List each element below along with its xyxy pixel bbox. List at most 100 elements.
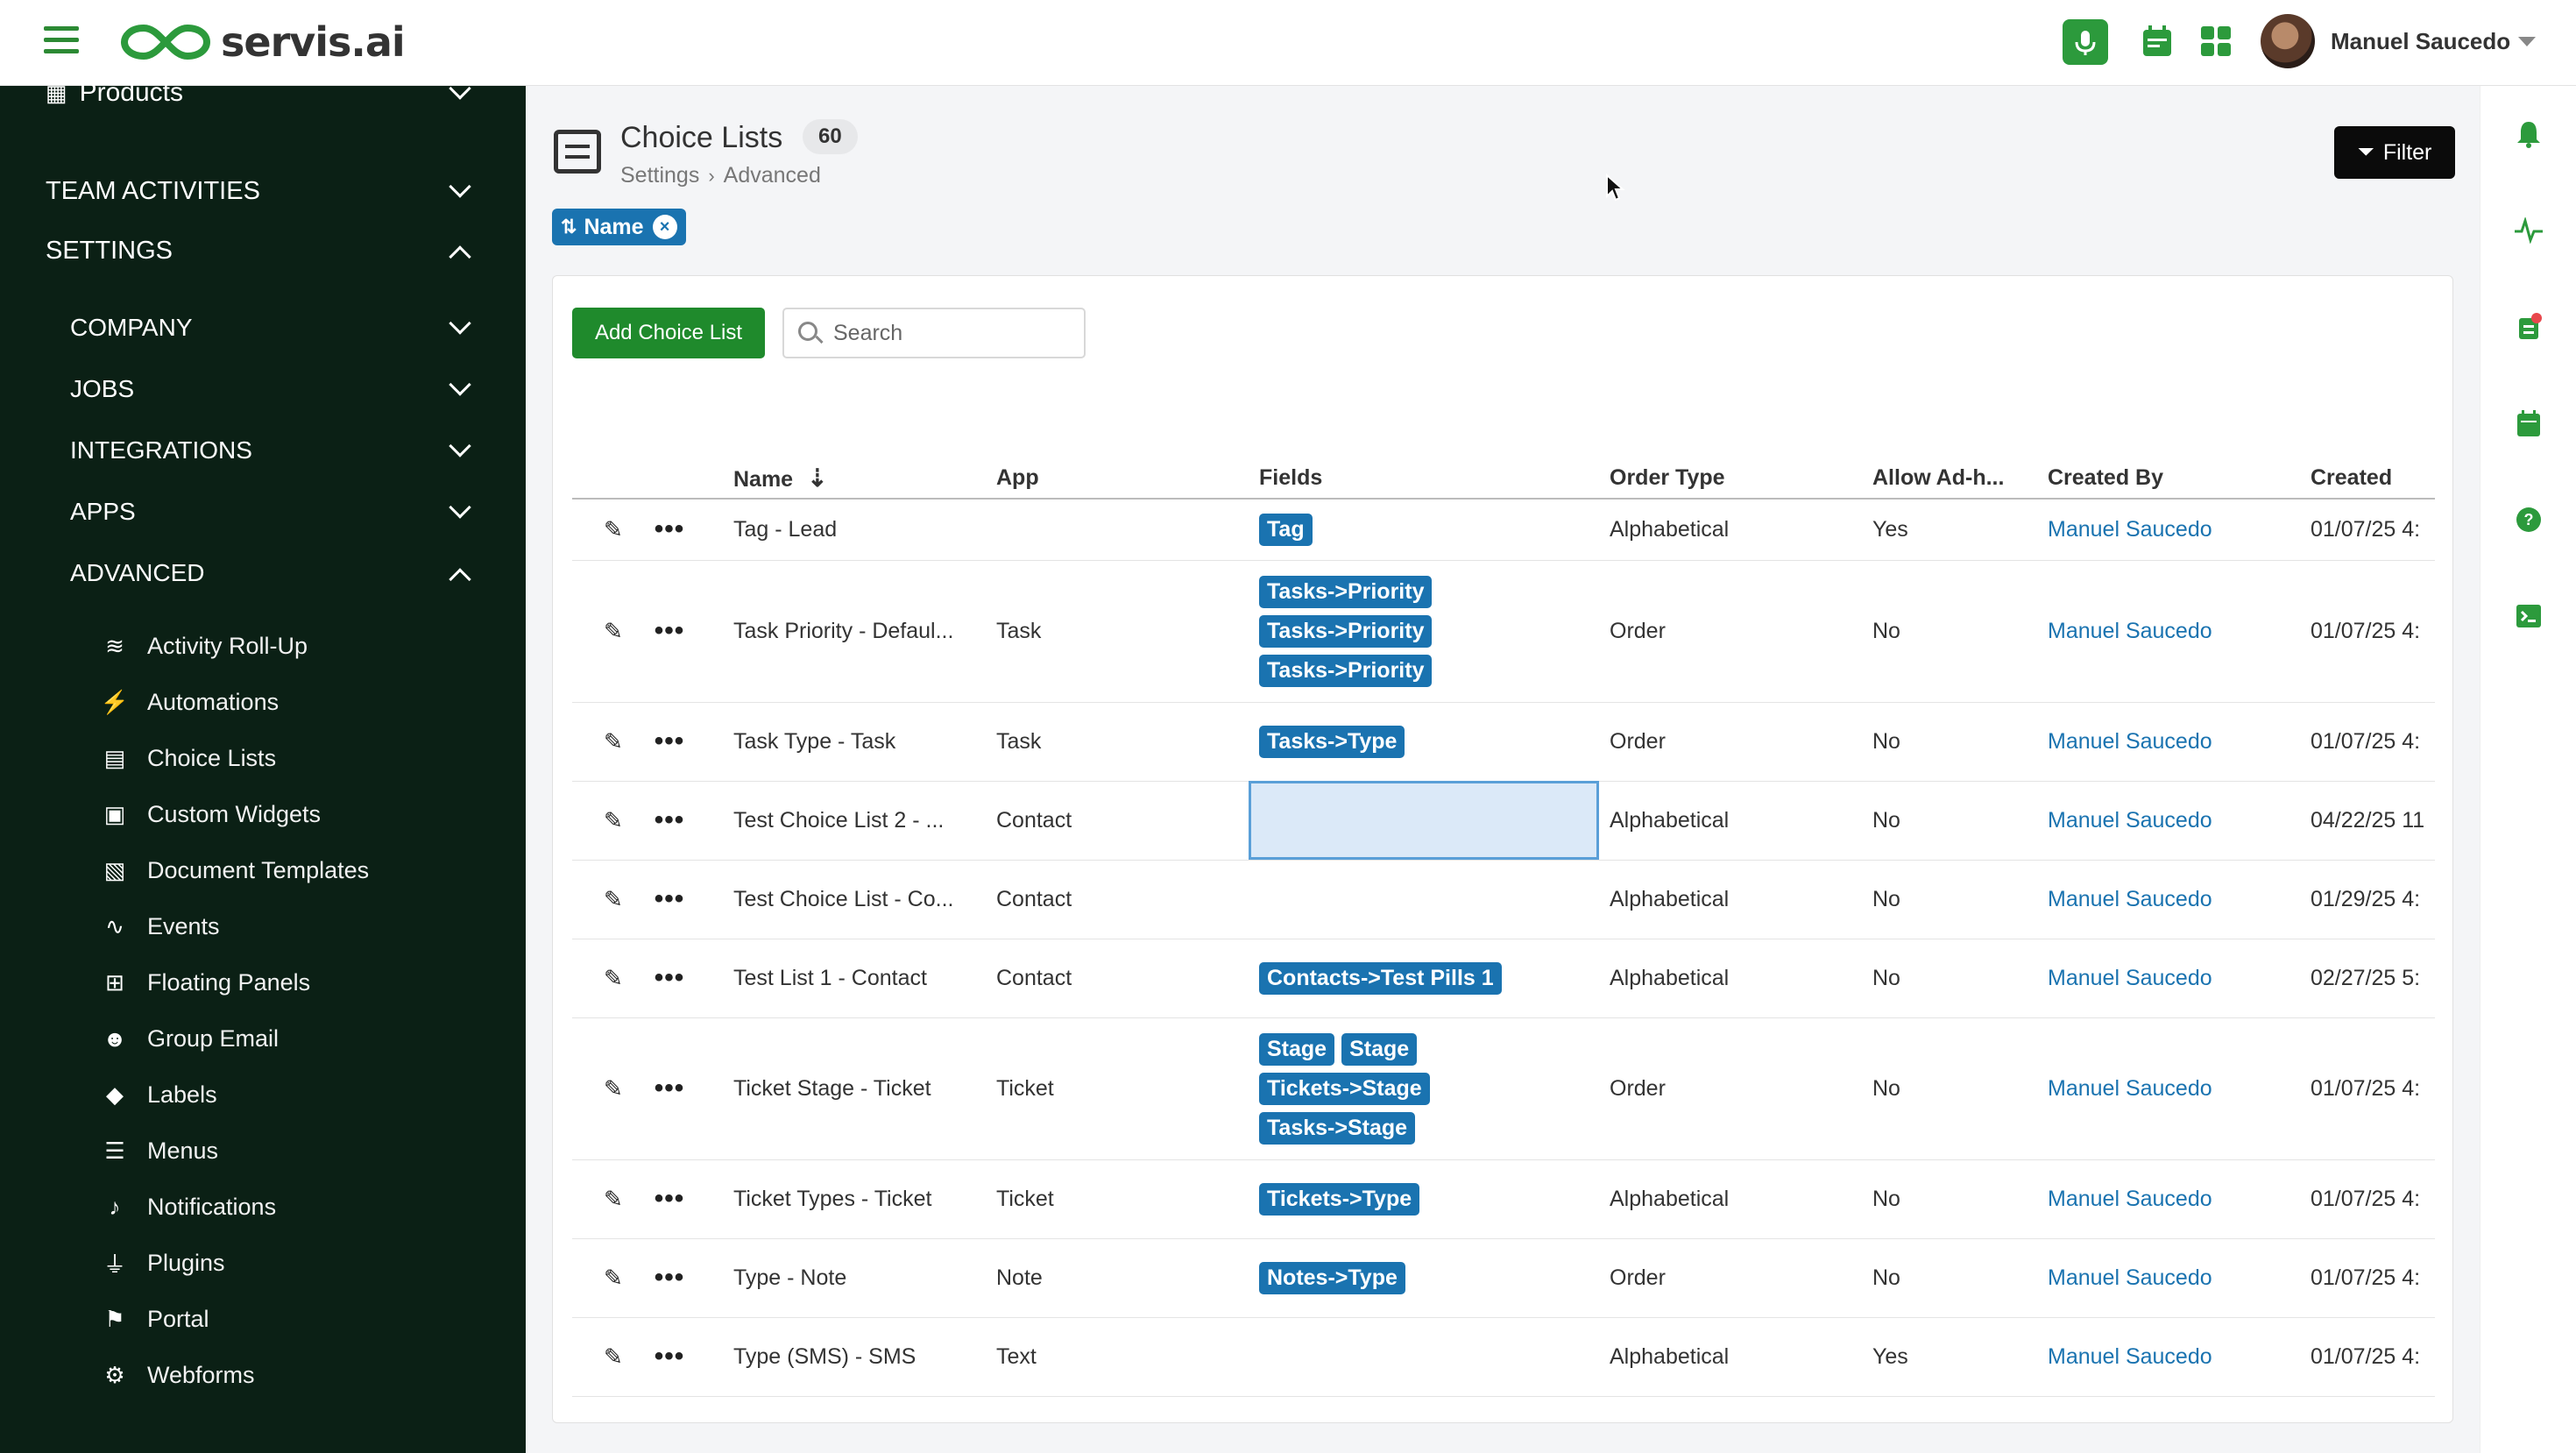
- breadcrumb-advanced[interactable]: Advanced: [724, 163, 821, 188]
- edit-pencil-icon[interactable]: ✎: [604, 516, 623, 543]
- table-row[interactable]: ✎ ••• Type - Note Note Notes->Type Order No Man…: [572, 1238, 2435, 1318]
- more-options-icon[interactable]: •••: [655, 1074, 685, 1103]
- sidebar-item-advanced[interactable]: ADVANCED: [0, 556, 526, 591]
- sidebar-item-floating-panels[interactable]: ⊞ Floating Panels: [102, 969, 310, 996]
- sidebar-item-notifications[interactable]: ♪ Notifications: [102, 1194, 277, 1221]
- edit-pencil-icon[interactable]: ✎: [604, 886, 623, 913]
- search-input[interactable]: [782, 308, 1086, 358]
- terminal-icon[interactable]: [2514, 601, 2544, 631]
- activity-icon[interactable]: [2514, 216, 2544, 245]
- sidebar-item-company[interactable]: COMPANY: [0, 310, 526, 345]
- edit-pencil-icon[interactable]: ✎: [604, 965, 623, 992]
- cell-created-by[interactable]: Manuel Saucedo: [2037, 499, 2300, 561]
- more-options-icon[interactable]: •••: [655, 1342, 685, 1371]
- cell-created-by[interactable]: Manuel Saucedo: [2037, 939, 2300, 1018]
- cell-created-by[interactable]: Manuel Saucedo: [2037, 1238, 2300, 1318]
- cell-created-by[interactable]: Manuel Saucedo: [2037, 1159, 2300, 1239]
- column-header-app[interactable]: App: [986, 458, 1249, 500]
- edit-pencil-icon[interactable]: ✎: [604, 1186, 623, 1213]
- more-options-icon[interactable]: •••: [655, 805, 685, 835]
- table-row[interactable]: ✎ ••• Task Priority - Defaul... Task Tasks->…: [572, 560, 2435, 703]
- more-options-icon[interactable]: •••: [655, 1263, 685, 1293]
- app-logo[interactable]: servis.ai: [121, 16, 406, 68]
- table-row[interactable]: ✎ ••• Type (SMS) - SMS Text Alphabetical Yes M…: [572, 1317, 2435, 1397]
- field-tag[interactable]: Tag: [1259, 513, 1313, 546]
- edit-pencil-icon[interactable]: ✎: [604, 1343, 623, 1371]
- help-icon[interactable]: ?: [2514, 505, 2544, 535]
- sidebar-item-choice-lists[interactable]: ▤ Choice Lists: [102, 745, 276, 772]
- field-tag[interactable]: Tasks->Priority: [1259, 614, 1433, 648]
- apps-grid-icon[interactable]: [2201, 26, 2231, 56]
- cell-created-by[interactable]: Manuel Saucedo: [2037, 560, 2300, 703]
- field-tag[interactable]: Tasks->Priority: [1259, 575, 1433, 608]
- checklist-icon[interactable]: [2514, 312, 2544, 342]
- column-header-order-type[interactable]: Order Type: [1599, 458, 1862, 500]
- bell-icon[interactable]: [2514, 119, 2544, 149]
- user-name[interactable]: Manuel Saucedo: [2331, 28, 2510, 55]
- sidebar-item-automations[interactable]: ⚡ Automations: [101, 689, 279, 716]
- sidebar-item-team-activities[interactable]: TEAM ACTIVITIES: [0, 174, 526, 209]
- edit-pencil-icon[interactable]: ✎: [604, 728, 623, 755]
- avatar[interactable]: [2261, 14, 2315, 68]
- sidebar-item-jobs[interactable]: JOBS: [0, 372, 526, 407]
- more-options-icon[interactable]: •••: [655, 726, 685, 756]
- edit-pencil-icon[interactable]: ✎: [604, 807, 623, 834]
- column-header-created-by[interactable]: Created By: [2037, 458, 2300, 500]
- calendar-icon[interactable]: [2141, 25, 2173, 58]
- sidebar-item-integrations[interactable]: INTEGRATIONS: [0, 433, 526, 468]
- cell-created-by[interactable]: Manuel Saucedo: [2037, 781, 2300, 861]
- field-tag[interactable]: Tasks->Type: [1259, 725, 1405, 758]
- more-options-icon[interactable]: •••: [655, 616, 685, 646]
- column-header-created[interactable]: Created: [2300, 458, 2435, 500]
- column-header-name[interactable]: Name ⇣: [723, 458, 986, 500]
- sidebar-item-portal[interactable]: ⚑ Portal: [102, 1306, 209, 1333]
- filter-button[interactable]: ⏷ Filter: [2334, 126, 2455, 179]
- field-tag[interactable]: Stage: [1341, 1032, 1418, 1066]
- sidebar-item-events[interactable]: ∿ Events: [102, 913, 219, 940]
- sidebar-item-document-templates[interactable]: ▧ Document Templates: [102, 857, 369, 884]
- sidebar-item-activity-roll-up[interactable]: ≋ Activity Roll-Up: [102, 633, 308, 660]
- hamburger-menu-icon[interactable]: [44, 26, 79, 54]
- table-row[interactable]: ✎ ••• Test List 1 - Contact Contact Contacts…: [572, 939, 2435, 1018]
- sort-descending-icon[interactable]: ⇣: [807, 464, 827, 492]
- more-options-icon[interactable]: •••: [655, 514, 685, 544]
- sidebar-item-products[interactable]: ▦ Products: [0, 77, 526, 107]
- table-row[interactable]: ✎ ••• Test Choice List - Co... Contact Alpha…: [572, 860, 2435, 939]
- close-icon[interactable]: ×: [652, 215, 677, 239]
- cell-created-by[interactable]: Manuel Saucedo: [2037, 860, 2300, 939]
- microphone-button[interactable]: [2063, 19, 2108, 65]
- sidebar-item-labels[interactable]: ◆ Labels: [102, 1081, 217, 1109]
- table-row[interactable]: ✎ ••• Tag - Lead Tag Alphabetical Yes Manuel S…: [572, 499, 2435, 561]
- more-options-icon[interactable]: •••: [655, 963, 685, 993]
- sidebar-item-webforms[interactable]: ⚙ Webforms: [102, 1362, 254, 1389]
- table-row[interactable]: ✎ ••• Test Choice List 2 - ... Contact Alpha…: [572, 781, 2435, 861]
- cell-created-by[interactable]: Manuel Saucedo: [2037, 702, 2300, 782]
- field-tag[interactable]: Tasks->Priority: [1259, 654, 1433, 687]
- sidebar-item-settings[interactable]: SETTINGS: [0, 233, 526, 268]
- cell-created-by[interactable]: Manuel Saucedo: [2037, 1017, 2300, 1160]
- column-header-fields[interactable]: Fields: [1249, 458, 1599, 500]
- sidebar-item-custom-widgets[interactable]: ▣ Custom Widgets: [102, 801, 321, 828]
- more-options-icon[interactable]: •••: [655, 884, 685, 914]
- add-choice-list-button[interactable]: Add Choice List: [572, 308, 765, 358]
- sidebar-item-apps[interactable]: APPS: [0, 494, 526, 529]
- table-row[interactable]: ✎ ••• Ticket Types - Ticket Ticket Tickets->…: [572, 1159, 2435, 1239]
- sort-pill[interactable]: ⇅ Name ×: [552, 209, 686, 245]
- field-tag[interactable]: Stage: [1259, 1032, 1335, 1066]
- table-row[interactable]: ✎ ••• Ticket Stage - Ticket Ticket Stage Stag…: [572, 1017, 2435, 1160]
- more-options-icon[interactable]: •••: [655, 1184, 685, 1214]
- edit-pencil-icon[interactable]: ✎: [604, 1265, 623, 1292]
- breadcrumb-settings[interactable]: Settings: [620, 163, 699, 188]
- sidebar-item-plugins[interactable]: ⏚ Plugins: [102, 1250, 225, 1278]
- field-tag[interactable]: Notes->Type: [1259, 1261, 1405, 1294]
- column-header-allow-adhoc[interactable]: Allow Ad-h...: [1862, 458, 2037, 500]
- calendar-icon[interactable]: [2514, 408, 2544, 438]
- table-row[interactable]: ✎ ••• Task Type - Task Task Tasks->Type Order…: [572, 702, 2435, 782]
- field-tag[interactable]: Tickets->Stage: [1259, 1072, 1430, 1105]
- cell-created-by[interactable]: Manuel Saucedo: [2037, 1317, 2300, 1397]
- field-tag[interactable]: Tasks->Stage: [1259, 1111, 1416, 1145]
- field-tag[interactable]: Contacts->Test Pills 1: [1259, 961, 1502, 995]
- edit-pencil-icon[interactable]: ✎: [604, 618, 623, 645]
- field-tag[interactable]: Tickets->Type: [1259, 1182, 1420, 1216]
- sidebar-item-menus[interactable]: ☰ Menus: [102, 1138, 218, 1165]
